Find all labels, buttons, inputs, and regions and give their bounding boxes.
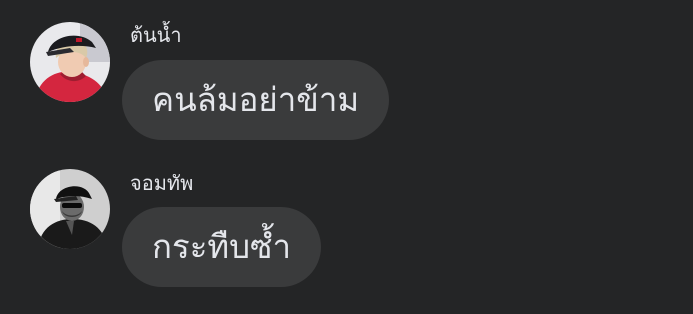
sender-name: ต้นน้ำ <box>130 23 182 47</box>
user-photo-icon <box>30 169 110 249</box>
user-photo-icon <box>30 22 110 102</box>
avatar[interactable] <box>30 169 110 249</box>
avatar[interactable] <box>30 22 110 102</box>
message-bubble[interactable]: คนล้มอย่าข้าม <box>122 60 390 140</box>
message-bubble[interactable]: กระทืบซ้ำ <box>122 207 322 287</box>
sender-name: จอมทัพ <box>130 171 194 195</box>
